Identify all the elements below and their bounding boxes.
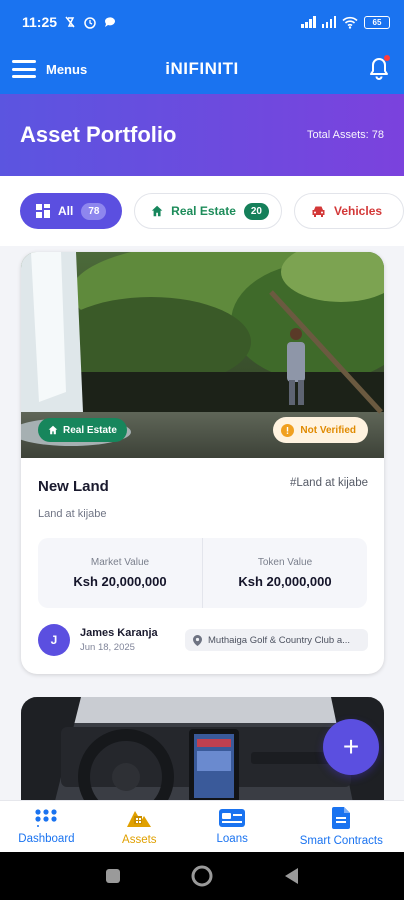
listing-date: Jun 18, 2025: [80, 642, 135, 653]
token-value-label: Token Value: [257, 557, 313, 568]
recents-icon[interactable]: [105, 868, 121, 884]
filter-chip-label: Vehicles: [334, 204, 383, 218]
nav-assets[interactable]: Assets: [93, 801, 186, 852]
assets-icon: [127, 810, 152, 827]
filter-chip-all[interactable]: All 78: [20, 193, 122, 229]
location-chip: Muthaiga Golf & Country Club a...: [185, 629, 368, 651]
chat-bubble-icon: [105, 17, 116, 27]
location-label: Muthaiga Golf & Country Club a...: [208, 634, 351, 646]
asset-description: Land at kijabe: [38, 508, 107, 520]
system-navigation-bar: [0, 852, 404, 900]
filter-chip-real-estate[interactable]: Real Estate 20: [134, 193, 282, 229]
notifications-button[interactable]: [366, 55, 392, 82]
notification-dot: [384, 55, 390, 61]
avatar: J: [38, 624, 70, 656]
nav-label: Smart Contracts: [299, 834, 383, 847]
status-time: 11:25: [22, 14, 58, 30]
signal-icon: [301, 16, 316, 28]
nav-label: Dashboard: [18, 832, 75, 845]
filter-chip-vehicles[interactable]: Vehicles: [294, 193, 404, 229]
house-icon: [151, 205, 163, 217]
house-icon: [48, 425, 58, 435]
nav-label: Assets: [122, 833, 157, 846]
asset-card[interactable]: Real Estate Not Verified New Land #Land …: [21, 252, 384, 674]
asset-code: #Land at kijabe: [289, 477, 368, 489]
status-bar: 11:25 65: [0, 0, 404, 44]
battery-icon: 65: [364, 15, 390, 29]
menu-icon[interactable]: [12, 60, 36, 78]
token-value-block: Token Value Ksh 20,000,000: [202, 538, 367, 608]
market-value-block: Market Value Ksh 20,000,000: [38, 538, 202, 608]
document-icon: [332, 806, 351, 829]
token-value: Ksh 20,000,000: [238, 574, 332, 589]
category-tag: Real Estate: [38, 418, 127, 442]
nav-dashboard[interactable]: Dashboard: [0, 801, 93, 852]
category-label: Real Estate: [63, 424, 117, 436]
location-pin-icon: [193, 634, 202, 646]
nav-smart-contracts[interactable]: Smart Contracts: [279, 801, 404, 852]
loans-icon: [219, 808, 246, 827]
menus-button[interactable]: Menus: [46, 62, 87, 77]
home-icon[interactable]: [191, 865, 213, 887]
signal-icon-2: [321, 16, 336, 28]
app-bar: Menus iNIFINITI: [0, 44, 404, 94]
verification-badge: Not Verified: [273, 417, 368, 443]
wifi-icon: [342, 16, 358, 29]
nav-label: Loans: [216, 832, 248, 845]
page-title: Asset Portfolio: [20, 122, 177, 147]
warning-icon: [281, 423, 295, 437]
silent-icon: [65, 16, 75, 28]
owner-name: James Karanja: [80, 627, 158, 639]
grid-icon: [36, 204, 50, 218]
status-notification-icons: [63, 15, 117, 29]
nav-loans[interactable]: Loans: [186, 801, 279, 852]
owner-info: J James Karanja Jun 18, 2025: [38, 624, 158, 656]
back-icon[interactable]: [283, 867, 299, 885]
add-asset-button[interactable]: +: [323, 719, 379, 775]
asset-values: Market Value Ksh 20,000,000 Token Value …: [38, 538, 367, 608]
market-value-label: Market Value: [90, 557, 150, 568]
filter-count-badge: 78: [81, 202, 107, 220]
total-assets-label: Total Assets: 78: [306, 129, 384, 141]
portfolio-header: Asset Portfolio Total Assets: 78: [0, 94, 404, 176]
plus-icon: +: [342, 731, 360, 762]
car-icon: [312, 206, 325, 217]
market-value: Ksh 20,000,000: [73, 574, 167, 589]
filter-chip-label: Real Estate: [171, 204, 236, 218]
asset-title: New Land: [38, 478, 109, 495]
verification-label: Not Verified: [300, 424, 356, 436]
filter-count-badge: 20: [243, 202, 269, 220]
filter-chip-label: All: [58, 204, 74, 218]
filter-chips: All 78 Real Estate 20 Vehicles: [0, 176, 404, 246]
bottom-navigation: Dashboard Assets Loans Smart Contracts: [0, 800, 404, 852]
alarm-icon: [84, 17, 96, 29]
dashboard-icon: [35, 808, 58, 827]
